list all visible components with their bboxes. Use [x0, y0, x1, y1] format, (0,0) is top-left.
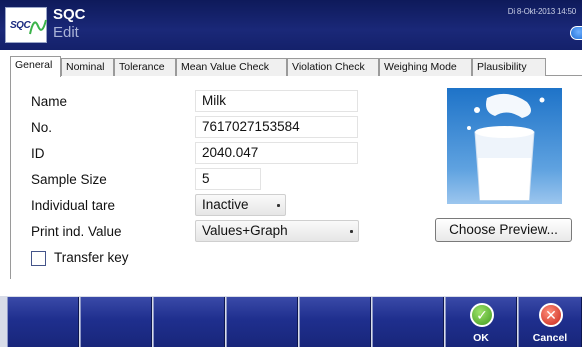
no-label: No.: [31, 120, 53, 135]
function-key-4[interactable]: [226, 297, 298, 347]
id-field[interactable]: 2040.047: [195, 142, 358, 164]
name-label: Name: [31, 94, 68, 109]
product-preview-image: [447, 88, 562, 204]
print-ind-value-dropdown[interactable]: Values+Graph: [195, 220, 359, 242]
tab-weighing-mode[interactable]: Weighing Mode: [379, 58, 472, 76]
individual-tare-value: Inactive: [202, 197, 249, 212]
x-icon: ✕: [539, 303, 563, 327]
function-key-3[interactable]: [153, 297, 225, 347]
logo-text: SQC: [10, 20, 31, 31]
function-key-2[interactable]: [80, 297, 152, 347]
name-field[interactable]: Milk: [195, 90, 358, 112]
tab-mean-value-check[interactable]: Mean Value Check: [176, 58, 287, 76]
cancel-label: Cancel: [532, 332, 568, 344]
function-key-1[interactable]: [7, 297, 79, 347]
id-label: ID: [31, 146, 45, 161]
sqc-logo: SQC: [5, 7, 47, 43]
title-bar: SQC SQC Edit Di 8-Okt-2013 14:50: [0, 0, 582, 50]
transfer-key-label: Transfer key: [54, 250, 129, 265]
tab-violation-check[interactable]: Violation Check: [287, 58, 379, 76]
tab-tolerance[interactable]: Tolerance: [114, 58, 176, 76]
dropdown-arrow-icon: [277, 204, 280, 207]
ok-button[interactable]: ✓ OK: [445, 297, 517, 347]
individual-tare-label: Individual tare: [31, 198, 116, 213]
print-ind-value-value: Values+Graph: [202, 223, 288, 238]
sample-size-label: Sample Size: [31, 172, 107, 187]
ok-label: OK: [473, 332, 489, 344]
app-title: SQC: [53, 6, 86, 23]
tab-bar: General Nominal Tolerance Mean Value Che…: [10, 56, 582, 77]
dropdown-arrow-icon: [350, 230, 353, 233]
choose-preview-button[interactable]: Choose Preview...: [435, 218, 572, 242]
cancel-button[interactable]: ✕ Cancel: [518, 297, 582, 347]
tab-general[interactable]: General: [10, 56, 61, 77]
datetime: Di 8-Okt-2013 14:50: [507, 7, 576, 16]
app-mode: Edit: [53, 24, 79, 41]
function-key-5[interactable]: [299, 297, 371, 347]
tab-nominal[interactable]: Nominal: [61, 58, 114, 76]
no-field[interactable]: 7617027153584: [195, 116, 358, 138]
check-icon: ✓: [470, 303, 494, 327]
function-key-bar: ✓ OK ✕ Cancel: [0, 296, 582, 347]
sample-size-field[interactable]: 5: [195, 168, 261, 190]
tab-plausibility[interactable]: Plausibility: [472, 58, 546, 76]
transfer-key-checkbox[interactable]: [31, 251, 46, 266]
print-ind-value-label: Print ind. Value: [31, 224, 122, 239]
function-key-6[interactable]: [372, 297, 444, 347]
individual-tare-dropdown[interactable]: Inactive: [195, 194, 286, 216]
milk-glass-icon: [467, 93, 545, 201]
info-icon[interactable]: [570, 26, 582, 40]
